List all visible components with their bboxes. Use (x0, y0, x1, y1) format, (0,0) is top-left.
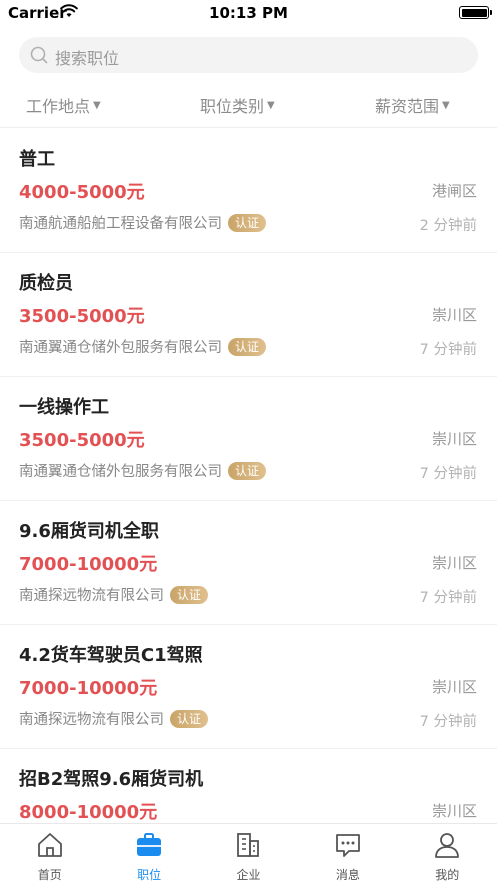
tab-home[interactable]: 首页 (0, 824, 99, 883)
job-posted-time: 7 分钟前 (419, 466, 477, 482)
search-bar[interactable]: 搜索职位 (19, 37, 478, 73)
job-title: 一线操作工 (19, 397, 109, 418)
battery-icon (459, 6, 492, 19)
caret-down-icon: ▼ (442, 99, 450, 111)
tab-profile[interactable]: 我的 (398, 824, 497, 883)
job-district: 崇川区 (431, 802, 477, 820)
job-card[interactable]: 4.2货车驾驶员C1驾照 7000-10000元 崇川区 南通探远物流有限公司 … (0, 625, 497, 749)
tab-label: 消息 (335, 868, 360, 882)
filter-bar: 工作地点 ▼ 职位类别 ▼ 薪资范围 ▼ (0, 84, 497, 128)
company-row: 南通翼通仓储外包服务有限公司 认证 (19, 460, 267, 481)
caret-down-icon: ▼ (267, 99, 275, 111)
building-icon (237, 833, 260, 857)
verified-badge: 认证 (228, 213, 267, 232)
message-icon (335, 834, 360, 857)
filter-job-category[interactable]: 职位类别 ▼ (200, 93, 275, 117)
search-icon (30, 46, 48, 64)
filter-label: 职位类别 (200, 97, 265, 116)
tab-companies[interactable]: 企业 (199, 824, 298, 883)
job-posted-time: 7 分钟前 (419, 342, 477, 358)
job-posted-time: 7 分钟前 (419, 590, 477, 606)
job-district: 港闸区 (431, 182, 477, 200)
status-bar: Carrier 10:13 PM (0, 0, 497, 26)
company-row: 南通翼通仓储外包服务有限公司 认证 (19, 336, 267, 357)
briefcase-icon (137, 833, 162, 856)
job-salary: 7000-10000元 (19, 678, 158, 699)
job-title: 4.2货车驾驶员C1驾照 (19, 645, 203, 666)
clock: 10:13 PM (209, 4, 288, 22)
verified-badge: 认证 (228, 337, 267, 356)
job-card[interactable]: 9.6厢货司机全职 7000-10000元 崇川区 南通探远物流有限公司 认证 … (0, 501, 497, 625)
job-salary: 3500-5000元 (19, 306, 145, 327)
job-card[interactable]: 质检员 3500-5000元 崇川区 南通翼通仓储外包服务有限公司 认证 7 分… (0, 253, 497, 377)
job-salary: 4000-5000元 (19, 182, 145, 203)
job-posted-time: 2 分钟前 (419, 218, 477, 234)
job-district: 崇川区 (431, 430, 477, 448)
job-district: 崇川区 (431, 678, 477, 696)
company-row: 南通探远物流有限公司 认证 (19, 584, 209, 605)
tab-jobs[interactable]: 职位 (99, 824, 198, 883)
verified-badge: 认证 (170, 709, 209, 728)
company-row: 南通航通船舶工程设备有限公司 认证 (19, 212, 267, 233)
job-district: 崇川区 (431, 306, 477, 324)
job-salary: 8000-10000元 (19, 802, 158, 823)
caret-down-icon: ▼ (93, 99, 101, 111)
verified-badge: 认证 (228, 461, 267, 480)
job-title: 招B2驾照9.6厢货司机 (19, 769, 204, 790)
filter-salary-range[interactable]: 薪资范围 ▼ (375, 93, 450, 117)
search-input[interactable]: 搜索职位 (55, 45, 119, 69)
company-name: 南通翼通仓储外包服务有限公司 (19, 340, 222, 356)
company-name: 南通探远物流有限公司 (19, 712, 164, 728)
verified-badge: 认证 (170, 585, 209, 604)
company-name: 南通航通船舶工程设备有限公司 (19, 216, 222, 232)
job-title: 9.6厢货司机全职 (19, 521, 159, 542)
filter-label: 薪资范围 (375, 97, 440, 116)
tab-messages[interactable]: 消息 (298, 824, 397, 883)
company-name: 南通翼通仓储外包服务有限公司 (19, 464, 222, 480)
filter-label: 工作地点 (26, 97, 91, 116)
tab-bar: 首页 职位 企业 消息 我的 (0, 823, 497, 883)
tab-label: 职位 (137, 868, 162, 882)
job-salary: 3500-5000元 (19, 430, 145, 451)
filter-work-location[interactable]: 工作地点 ▼ (26, 93, 101, 117)
job-title: 普工 (19, 149, 55, 170)
job-list: 普工 4000-5000元 港闸区 南通航通船舶工程设备有限公司 认证 2 分钟… (0, 129, 497, 873)
job-card[interactable]: 一线操作工 3500-5000元 崇川区 南通翼通仓储外包服务有限公司 认证 7… (0, 377, 497, 501)
tab-label: 首页 (37, 868, 62, 882)
job-salary: 7000-10000元 (19, 554, 158, 575)
tab-label: 我的 (435, 868, 460, 882)
job-district: 崇川区 (431, 554, 477, 572)
home-icon (37, 833, 62, 857)
company-name: 南通探远物流有限公司 (19, 588, 164, 604)
job-card[interactable]: 普工 4000-5000元 港闸区 南通航通船舶工程设备有限公司 认证 2 分钟… (0, 129, 497, 253)
job-posted-time: 7 分钟前 (419, 714, 477, 730)
job-title: 质检员 (19, 273, 73, 294)
user-icon (435, 833, 460, 858)
tab-label: 企业 (236, 868, 261, 882)
company-row: 南通探远物流有限公司 认证 (19, 708, 209, 729)
